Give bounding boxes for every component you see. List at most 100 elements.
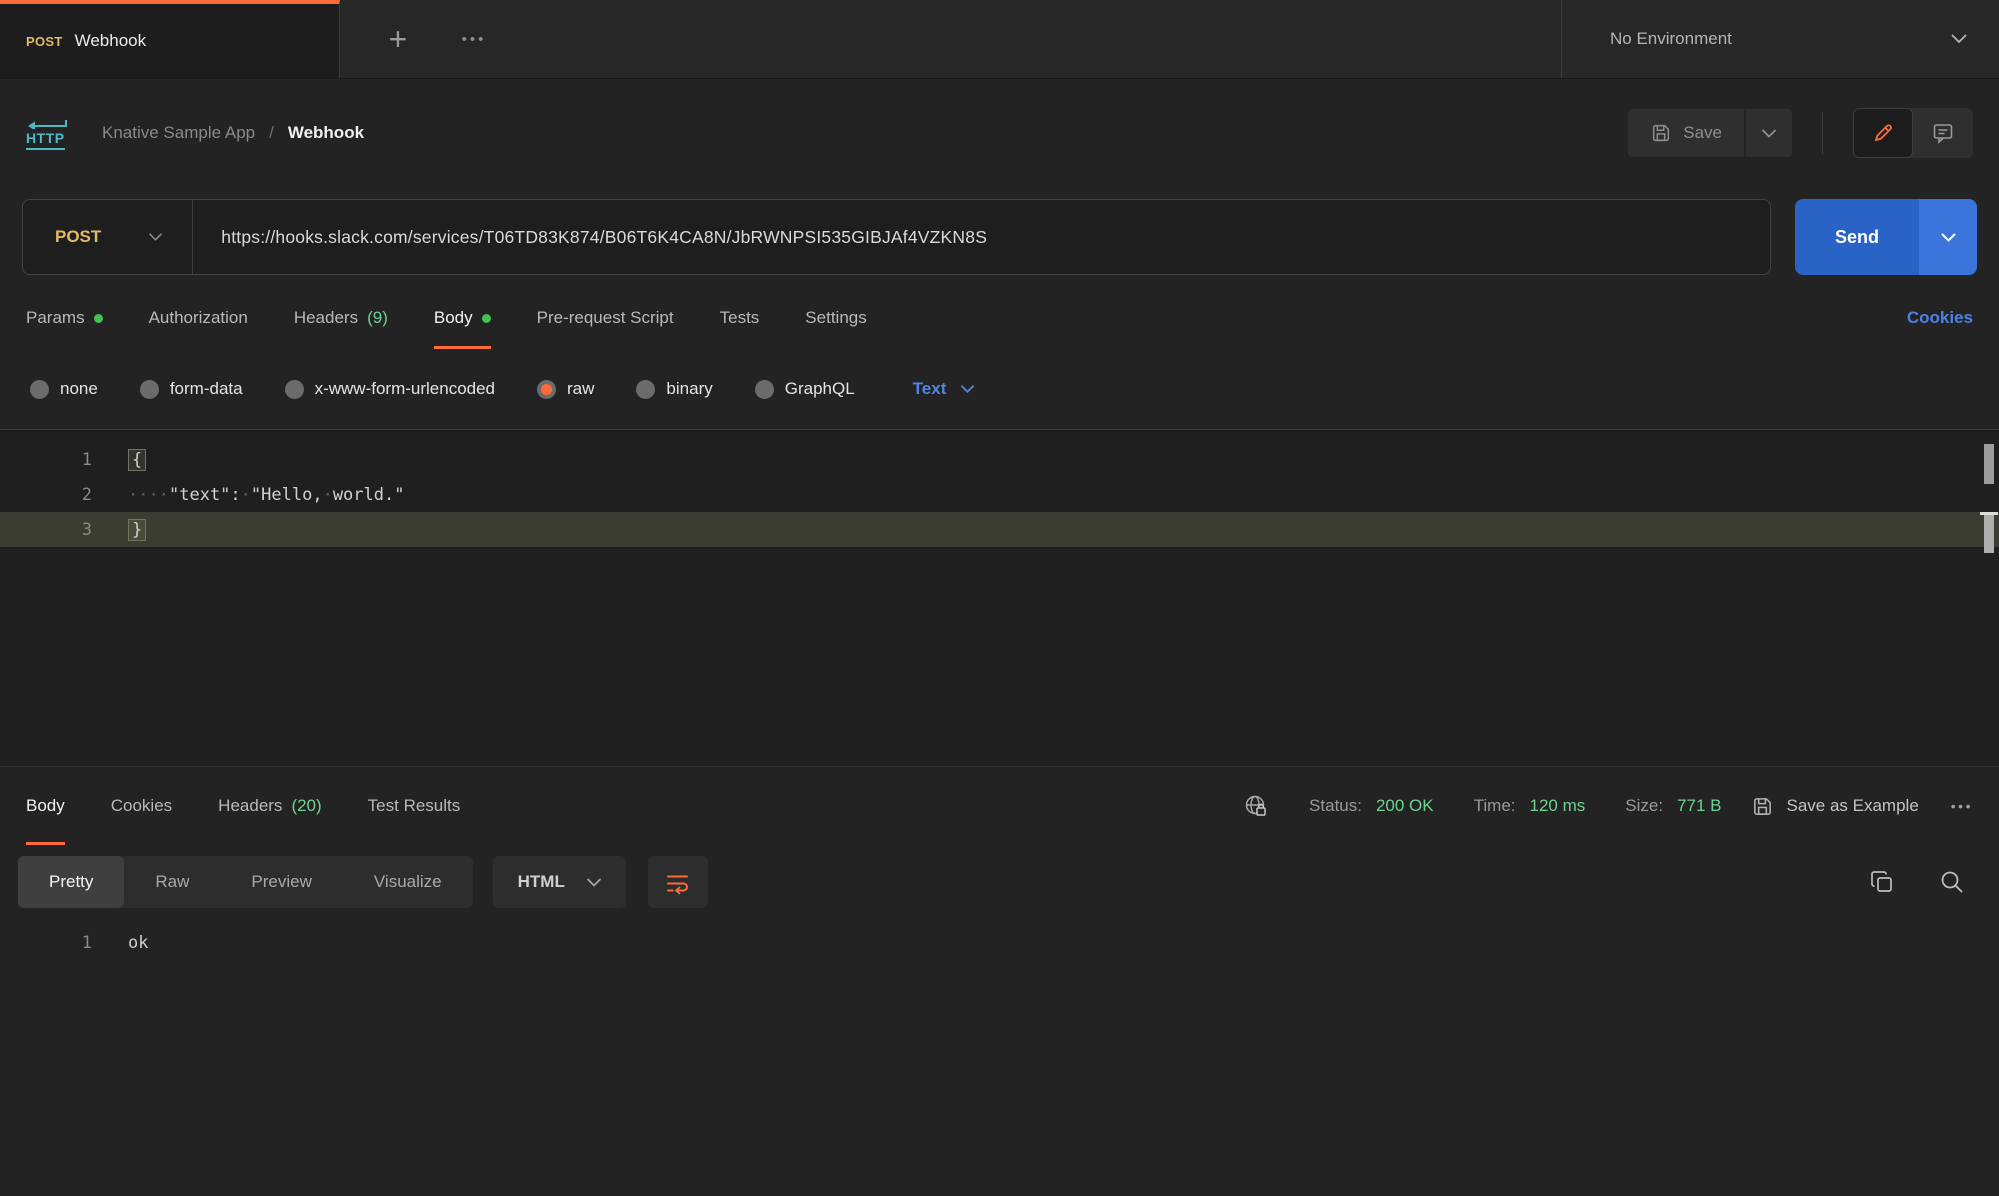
search-icon[interactable] bbox=[1939, 869, 1965, 895]
copy-icon[interactable] bbox=[1869, 869, 1895, 895]
line-number: 3 bbox=[0, 520, 92, 540]
editor-cursor-marker-bar bbox=[1984, 515, 1994, 553]
radio-icon bbox=[285, 380, 304, 399]
editor-scrollbar-thumb[interactable] bbox=[1984, 444, 1994, 484]
code-editor[interactable]: 1{2····"text":·"Hello,·world."3} bbox=[0, 429, 1999, 767]
radio-label: none bbox=[60, 379, 98, 399]
comment-button[interactable] bbox=[1913, 108, 1973, 158]
response-options-icon[interactable]: ••• bbox=[1951, 798, 1973, 814]
breadcrumb-collection[interactable]: Knative Sample App bbox=[102, 123, 255, 143]
tab-label: Test Results bbox=[368, 796, 461, 816]
response-view-visualize[interactable]: Visualize bbox=[343, 856, 473, 908]
breadcrumb-separator: / bbox=[269, 123, 274, 143]
save-button-group: Save bbox=[1628, 109, 1792, 157]
response-tab-test-results[interactable]: Test Results bbox=[368, 767, 461, 845]
url-input[interactable]: https://hooks.slack.com/services/T06TD83… bbox=[193, 227, 987, 248]
request-url-box: POST https://hooks.slack.com/services/T0… bbox=[22, 199, 1771, 275]
pencil-icon bbox=[1871, 121, 1895, 145]
status-value[interactable]: 200 OK bbox=[1376, 796, 1434, 816]
radio-icon bbox=[30, 380, 49, 399]
send-button-group: Send bbox=[1795, 199, 1977, 275]
request-tab-body[interactable]: Body bbox=[434, 287, 491, 349]
code-line[interactable]: 2····"text":·"Hello,·world." bbox=[0, 477, 1999, 512]
radio-icon bbox=[140, 380, 159, 399]
body-type-radio-form-data[interactable]: form-data bbox=[140, 379, 243, 399]
save-icon bbox=[1650, 122, 1672, 144]
save-as-example-button[interactable]: Save as Example bbox=[1751, 795, 1918, 818]
line-number: 1 bbox=[0, 933, 92, 953]
breadcrumb-request-name[interactable]: Webhook bbox=[288, 123, 364, 143]
edit-pencil-button[interactable] bbox=[1853, 108, 1913, 158]
wrap-lines-button[interactable] bbox=[648, 856, 708, 908]
whitespace-dot: · bbox=[323, 485, 333, 505]
wrap-text-icon bbox=[664, 869, 691, 896]
radio-label: x-www-form-urlencoded bbox=[315, 379, 495, 399]
status-label: Status: bbox=[1309, 796, 1362, 816]
cookies-link[interactable]: Cookies bbox=[1907, 287, 1973, 349]
response-tab-body[interactable]: Body bbox=[26, 767, 65, 845]
url-bar-row: POST https://hooks.slack.com/services/T0… bbox=[0, 187, 1999, 287]
tab-label: Body bbox=[26, 796, 65, 816]
code-line[interactable]: 1{ bbox=[0, 442, 1999, 477]
save-button[interactable]: Save bbox=[1628, 109, 1744, 157]
body-type-radio-raw[interactable]: raw bbox=[537, 379, 594, 399]
request-tab-pre-request-script[interactable]: Pre-request Script bbox=[537, 287, 674, 349]
tab-options-icon[interactable]: ••• bbox=[446, 0, 502, 78]
body-type-radio-graphql[interactable]: GraphQL bbox=[755, 379, 855, 399]
response-view-raw[interactable]: Raw bbox=[124, 856, 220, 908]
code-line[interactable]: 3} bbox=[0, 512, 1999, 547]
size-value[interactable]: 771 B bbox=[1677, 796, 1721, 816]
chevron-down-icon bbox=[149, 233, 162, 241]
open-request-tab[interactable]: POST Webhook bbox=[0, 0, 340, 78]
postman-window: POST Webhook + ••• No Environment HTTP K… bbox=[0, 0, 1999, 1196]
save-options-chevron-icon[interactable] bbox=[1746, 109, 1792, 157]
tab-label: Body bbox=[434, 308, 473, 328]
method-selector[interactable]: POST bbox=[23, 227, 192, 247]
tab-count: (20) bbox=[291, 796, 321, 816]
network-lock-icon[interactable] bbox=[1243, 793, 1269, 819]
whitespace-dot: · bbox=[138, 485, 148, 505]
chevron-down-icon bbox=[961, 385, 974, 393]
body-type-radio-binary[interactable]: binary bbox=[636, 379, 712, 399]
new-tab-button[interactable]: + bbox=[376, 0, 420, 78]
response-tab-headers[interactable]: Headers (20) bbox=[218, 767, 322, 845]
tab-label: Headers bbox=[218, 796, 282, 816]
whitespace-dot: · bbox=[149, 485, 159, 505]
request-tab-authorization[interactable]: Authorization bbox=[149, 287, 248, 349]
radio-icon bbox=[755, 380, 774, 399]
send-button[interactable]: Send bbox=[1795, 199, 1919, 275]
code-text: ····"text":·"Hello,·world." bbox=[92, 485, 404, 505]
tab-label: Cookies bbox=[111, 796, 172, 816]
response-body[interactable]: 1ok bbox=[0, 919, 1999, 1196]
tab-method-badge: POST bbox=[26, 34, 63, 49]
chevron-down-icon bbox=[1951, 34, 1967, 44]
radio-label: GraphQL bbox=[785, 379, 855, 399]
request-header-row: HTTP Knative Sample App / Webhook Save bbox=[0, 79, 1999, 187]
tab-title: Webhook bbox=[75, 31, 147, 51]
whitespace-dot: · bbox=[159, 485, 169, 505]
request-tab-headers[interactable]: Headers(9) bbox=[294, 287, 388, 349]
time-label: Time: bbox=[1474, 796, 1516, 816]
time-value[interactable]: 120 ms bbox=[1530, 796, 1586, 816]
environment-selector[interactable]: No Environment bbox=[1561, 0, 1999, 78]
radio-label: raw bbox=[567, 379, 594, 399]
divider bbox=[1822, 112, 1823, 154]
response-tab-cookies[interactable]: Cookies bbox=[111, 767, 172, 845]
response-format-selector[interactable]: HTML bbox=[493, 856, 626, 908]
response-view-preview[interactable]: Preview bbox=[220, 856, 342, 908]
comment-icon bbox=[1931, 121, 1955, 145]
body-type-radio-x-www-form-urlencoded[interactable]: x-www-form-urlencoded bbox=[285, 379, 495, 399]
modified-dot bbox=[94, 314, 103, 323]
response-view-pretty[interactable]: Pretty bbox=[18, 856, 124, 908]
request-tab-params[interactable]: Params bbox=[26, 287, 103, 349]
modified-dot bbox=[482, 314, 491, 323]
body-type-radio-none[interactable]: none bbox=[30, 379, 98, 399]
body-type-row: none form-data x-www-form-urlencoded raw bin… bbox=[0, 349, 1999, 429]
tab-count: (9) bbox=[367, 308, 388, 328]
send-options-chevron-icon[interactable] bbox=[1919, 199, 1977, 275]
tab-label: Settings bbox=[805, 308, 866, 328]
request-tab-tests[interactable]: Tests bbox=[720, 287, 760, 349]
raw-format-selector[interactable]: Text bbox=[913, 379, 975, 399]
request-tab-settings[interactable]: Settings bbox=[805, 287, 866, 349]
save-icon bbox=[1751, 795, 1774, 818]
